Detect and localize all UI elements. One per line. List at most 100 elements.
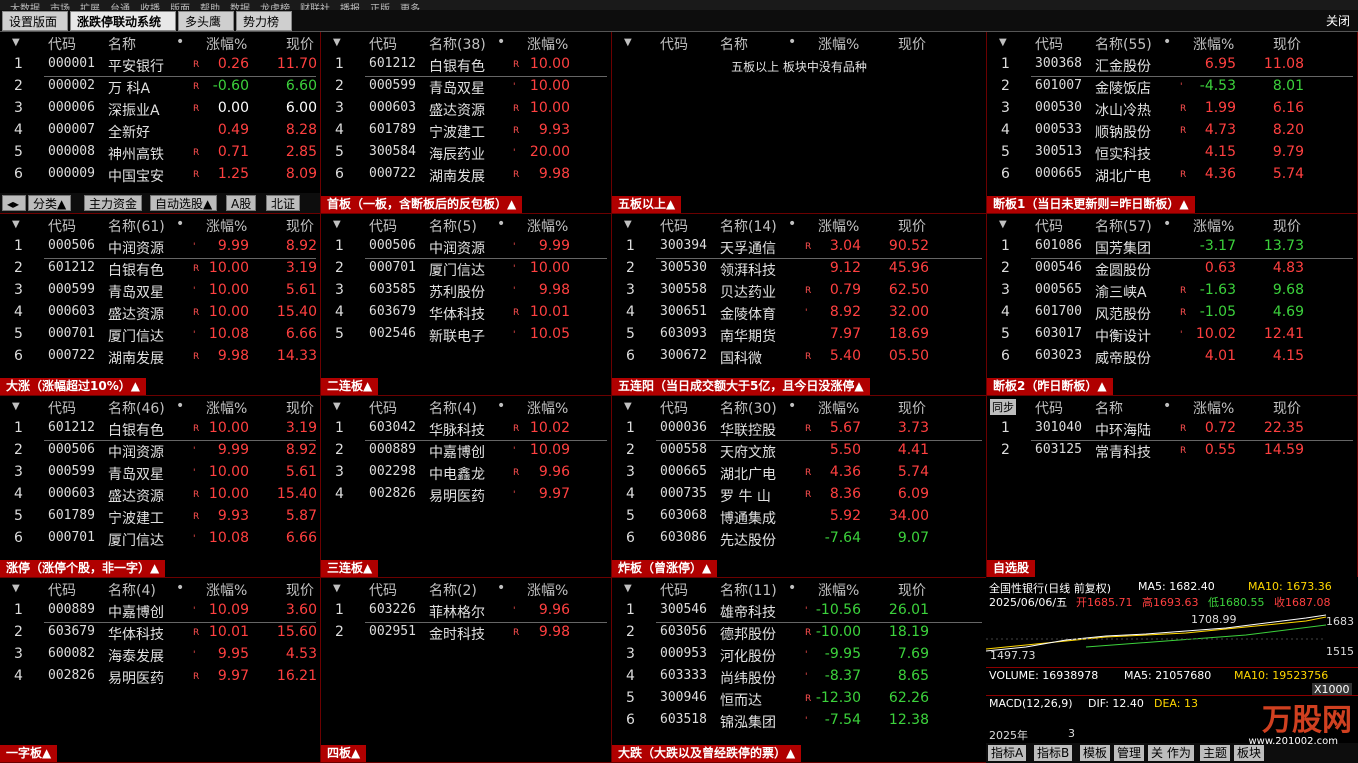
col-code-header[interactable]: 代码: [369, 398, 397, 418]
table-row[interactable]: 6 000701 厦门信达 ' 10.08 6.66: [0, 528, 320, 550]
sort-arrow-icon[interactable]: ▼: [624, 37, 632, 48]
panel-title-tab[interactable]: 四板▲: [321, 745, 367, 762]
stock-panel-p15[interactable]: ▼ 代码 名称(11) • 涨幅% 现价 1 300546 雄帝科技 ' -10.56 26.01 2 6…: [612, 578, 987, 763]
stock-panel-p9[interactable]: ▼ 代码 名称(46) • 涨幅% 现价 1 601212 白银有色 R 10.00 3.19 2 000…: [0, 396, 321, 578]
table-row[interactable]: 5 000701 厦门信达 ' 10.08 6.66: [0, 324, 320, 346]
col-code-header[interactable]: 代码: [1035, 34, 1063, 54]
table-row[interactable]: 6 603023 威帝股份 4.01 4.15: [987, 346, 1357, 368]
table-row[interactable]: 5 000008 神州高铁 R 0.71 2.85: [0, 142, 320, 164]
table-row[interactable]: 4 002826 易明医药 ' 9.97: [321, 484, 611, 506]
col-change-header[interactable]: 涨幅%: [206, 398, 247, 418]
panel-title-tab[interactable]: 二连板▲: [321, 378, 379, 395]
table-row[interactable]: 4 000533 顺钠股份 R 4.73 8.20: [987, 120, 1357, 142]
panel-title-tab[interactable]: 五板以上▲: [612, 196, 682, 213]
sort-arrow-icon[interactable]: ▼: [12, 219, 20, 230]
table-row[interactable]: 3 000599 青岛双星 ' 10.00 5.61: [0, 280, 320, 302]
close-button[interactable]: 关闭: [1326, 12, 1350, 30]
panel-title-tab[interactable]: 首板（一板，含断板后的反包板）▲: [321, 196, 523, 213]
table-row[interactable]: 1 601086 国芳集团 -3.17 13.73: [987, 236, 1357, 258]
panel-title-tab[interactable]: 一字板▲: [0, 745, 58, 762]
table-row[interactable]: 4 300651 金陵体育 ' 8.92 32.00: [612, 302, 986, 324]
as-button[interactable]: 关 作为: [1148, 745, 1194, 761]
stock-panel-p7[interactable]: ▼ 代码 名称(14) • 涨幅% 现价 1 300394 天孚通信 R 3.04 90.52 2 300…: [612, 214, 987, 396]
col-price-header[interactable]: 现价: [1273, 216, 1301, 236]
col-price-header[interactable]: 现价: [1273, 398, 1301, 418]
sort-arrow-icon[interactable]: ▼: [999, 219, 1007, 230]
table-row[interactable]: 2 000546 金圆股份 0.63 4.83: [987, 258, 1357, 280]
nav-arrows-button[interactable]: ◂▸: [2, 195, 26, 211]
sort-arrow-icon[interactable]: ▼: [624, 219, 632, 230]
table-row[interactable]: 3 600082 海泰发展 ' 9.95 4.53: [0, 644, 320, 666]
table-row[interactable]: 6 603086 先达股份 -7.64 9.07: [612, 528, 986, 550]
auto-stock-select-button[interactable]: 自动选股▲: [150, 195, 218, 211]
stock-panel-p3[interactable]: ▼ 代码 名称 • 涨幅% 现价 五板以上 板块中没有品种 五板以上▲: [612, 32, 987, 214]
table-row[interactable]: 6 000722 湖南发展 R 9.98: [321, 164, 611, 186]
table-row[interactable]: 5 603093 南华期货 7.97 18.69: [612, 324, 986, 346]
col-name-header[interactable]: 名称(4): [108, 580, 156, 600]
sort-arrow-icon[interactable]: ▼: [333, 583, 341, 594]
col-change-header[interactable]: 涨幅%: [206, 580, 247, 600]
table-row[interactable]: 1 000036 华联控股 R 5.67 3.73: [612, 418, 986, 440]
table-row[interactable]: 4 603679 华体科技 R 10.01: [321, 302, 611, 324]
panel-title-tab[interactable]: 炸板（曾涨停）▲: [612, 560, 718, 577]
table-row[interactable]: 1 603226 菲林格尔 ' 9.96: [321, 600, 611, 622]
col-price-header[interactable]: 现价: [286, 216, 314, 236]
tab-layout-settings[interactable]: 设置版面: [2, 11, 68, 31]
sort-arrow-icon[interactable]: ▼: [12, 583, 20, 594]
panel-title-tab[interactable]: 涨停（涨停个股，非一字）▲: [0, 560, 166, 577]
table-row[interactable]: 1 000506 中润资源 ' 9.99: [321, 236, 611, 258]
main-capital-button[interactable]: 主力资金: [84, 195, 143, 211]
table-row[interactable]: 4 000735 罗 牛 山 R 8.36 6.09: [612, 484, 986, 506]
panel-title-tab[interactable]: 断板2（昨日断板）▲: [987, 378, 1113, 395]
panel-title-tab[interactable]: 大涨（涨幅超过10%）▲: [0, 378, 146, 395]
template-button[interactable]: 模板: [1080, 745, 1111, 761]
stock-panel-p4[interactable]: ▼ 代码 名称(55) • 涨幅% 现价 1 300368 汇金股份 6.95 11.08 2 6010…: [987, 32, 1358, 214]
table-row[interactable]: 1 000001 平安银行 R 0.26 11.70: [0, 54, 320, 76]
col-name-header[interactable]: 名称: [720, 34, 748, 54]
col-change-header[interactable]: 涨幅%: [527, 580, 568, 600]
col-code-header[interactable]: 代码: [48, 580, 76, 600]
table-row[interactable]: 3 000665 湖北广电 R 4.36 5.74: [612, 462, 986, 484]
col-price-header[interactable]: 现价: [898, 34, 926, 54]
col-code-header[interactable]: 代码: [1035, 398, 1063, 418]
sort-arrow-icon[interactable]: ▼: [624, 583, 632, 594]
table-row[interactable]: 5 601789 宁波建工 R 9.93 5.87: [0, 506, 320, 528]
col-name-header[interactable]: 名称(57): [1095, 216, 1152, 236]
table-row[interactable]: 2 601007 金陵饭店 ' -4.53 8.01: [987, 76, 1357, 98]
table-row[interactable]: 3 000006 深振业A R 0.00 6.00: [0, 98, 320, 120]
table-row[interactable]: 3 000953 河化股份 ' -9.95 7.69: [612, 644, 986, 666]
table-row[interactable]: 2 000558 天府文旅 5.50 4.41: [612, 440, 986, 462]
beijing-exchange-button[interactable]: 北证: [266, 195, 301, 211]
col-name-header[interactable]: 名称(4): [429, 398, 477, 418]
col-change-header[interactable]: 涨幅%: [818, 34, 859, 54]
table-row[interactable]: 3 000603 盛达资源 R 10.00: [321, 98, 611, 120]
sort-arrow-icon[interactable]: ▼: [12, 401, 20, 412]
table-row[interactable]: 2 603056 德邦股份 R -10.00 18.19: [612, 622, 986, 644]
table-row[interactable]: 1 000889 中嘉博创 ' 10.09 3.60: [0, 600, 320, 622]
table-row[interactable]: 2 000599 青岛双星 ' 10.00: [321, 76, 611, 98]
panel-title-tab[interactable]: 三连板▲: [321, 560, 379, 577]
col-change-header[interactable]: 涨幅%: [206, 216, 247, 236]
indicator-b-button[interactable]: 指标B: [1034, 745, 1073, 761]
col-code-header[interactable]: 代码: [48, 398, 76, 418]
stock-panel-p2[interactable]: ▼ 代码 名称(38) • 涨幅% 1 601212 白银有色 R 10.00 2 000599 青岛双…: [321, 32, 612, 214]
col-name-header[interactable]: 名称(61): [108, 216, 165, 236]
tab-power-ranking[interactable]: 势力榜: [236, 11, 292, 31]
col-code-header[interactable]: 代码: [369, 580, 397, 600]
table-row[interactable]: 6 300672 国科微 R 5.40 05.50: [612, 346, 986, 368]
table-row[interactable]: 4 601789 宁波建工 R 9.93: [321, 120, 611, 142]
table-row[interactable]: 1 601212 白银有色 R 10.00 3.19: [0, 418, 320, 440]
table-row[interactable]: 4 002826 易明医药 R 9.97 16.21: [0, 666, 320, 688]
stock-panel-p6[interactable]: ▼ 代码 名称(5) • 涨幅% 1 000506 中润资源 ' 9.99 2 000701 厦门信达 '…: [321, 214, 612, 396]
stock-panel-p1[interactable]: ▼ 代码 名称 • 涨幅% 现价 1 000001 平安银行 R 0.26 11.70 2 000002 万…: [0, 32, 321, 214]
table-row[interactable]: 1 601212 白银有色 R 10.00: [321, 54, 611, 76]
sort-arrow-icon[interactable]: ▼: [624, 401, 632, 412]
table-row[interactable]: 3 300558 贝达药业 R 0.79 62.50: [612, 280, 986, 302]
col-price-header[interactable]: 现价: [286, 398, 314, 418]
table-row[interactable]: 6 603518 锦泓集团 ' -7.54 12.38: [612, 710, 986, 732]
stock-panel-p11[interactable]: ▼ 代码 名称(30) • 涨幅% 现价 1 000036 华联控股 R 5.67 3.73 2 0005…: [612, 396, 987, 578]
col-price-header[interactable]: 现价: [898, 580, 926, 600]
col-change-header[interactable]: 涨幅%: [206, 34, 247, 54]
col-price-header[interactable]: 现价: [1273, 34, 1301, 54]
table-row[interactable]: 1 301040 中环海陆 R 0.72 22.35: [987, 418, 1357, 440]
